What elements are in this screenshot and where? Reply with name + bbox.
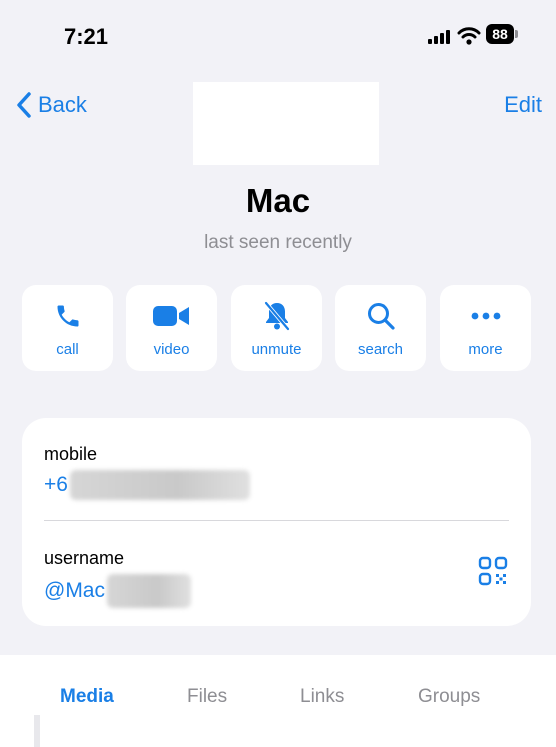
- call-label: call: [56, 341, 79, 358]
- edit-button[interactable]: Edit: [504, 92, 542, 118]
- divider: [44, 520, 509, 521]
- wifi-icon: [457, 27, 481, 45]
- search-button[interactable]: search: [335, 285, 426, 371]
- back-label: Back: [38, 92, 87, 117]
- contact-name: Mac: [245, 182, 311, 219]
- video-icon: [152, 306, 189, 326]
- chevron-left-icon: [17, 92, 31, 118]
- username-label: username: [44, 548, 125, 568]
- ellipsis-icon: [471, 312, 500, 320]
- username-row[interactable]: @Mac: [44, 574, 191, 608]
- qr-code-icon[interactable]: [478, 556, 508, 586]
- mobile-row[interactable]: +6: [44, 470, 250, 500]
- username-value[interactable]: @Mac: [44, 579, 105, 603]
- tab-media[interactable]: Media: [60, 686, 114, 708]
- mobile-label: mobile: [44, 444, 98, 464]
- status-time: 7:21: [64, 24, 109, 49]
- back-button[interactable]: Back: [16, 90, 87, 120]
- signal-icon: [428, 30, 450, 44]
- search-label: search: [357, 341, 404, 358]
- contact-info-card: mobile +6 username @Mac: [22, 418, 531, 626]
- more-button[interactable]: more: [440, 285, 531, 371]
- more-label: more: [468, 341, 503, 358]
- avatar[interactable]: [193, 82, 379, 165]
- unmute-button[interactable]: unmute: [231, 285, 322, 371]
- search-icon: [367, 303, 395, 330]
- unmute-label: unmute: [251, 341, 302, 358]
- bell-slash-icon: [263, 301, 290, 331]
- battery-tip: [515, 30, 518, 38]
- video-button[interactable]: video: [126, 285, 217, 371]
- last-seen-status: last seen recently: [204, 232, 352, 253]
- battery-indicator: 88: [486, 24, 514, 44]
- mobile-value[interactable]: +6: [44, 473, 68, 497]
- phone-icon: [57, 305, 78, 327]
- redacted-username: [107, 574, 191, 608]
- video-label: video: [153, 341, 190, 358]
- tab-groups[interactable]: Groups: [418, 686, 480, 708]
- redacted-phone: [69, 470, 250, 500]
- call-button[interactable]: call: [22, 285, 113, 371]
- tab-links[interactable]: Links: [300, 686, 344, 708]
- tab-files[interactable]: Files: [187, 686, 227, 708]
- scroll-indicator: [34, 715, 40, 747]
